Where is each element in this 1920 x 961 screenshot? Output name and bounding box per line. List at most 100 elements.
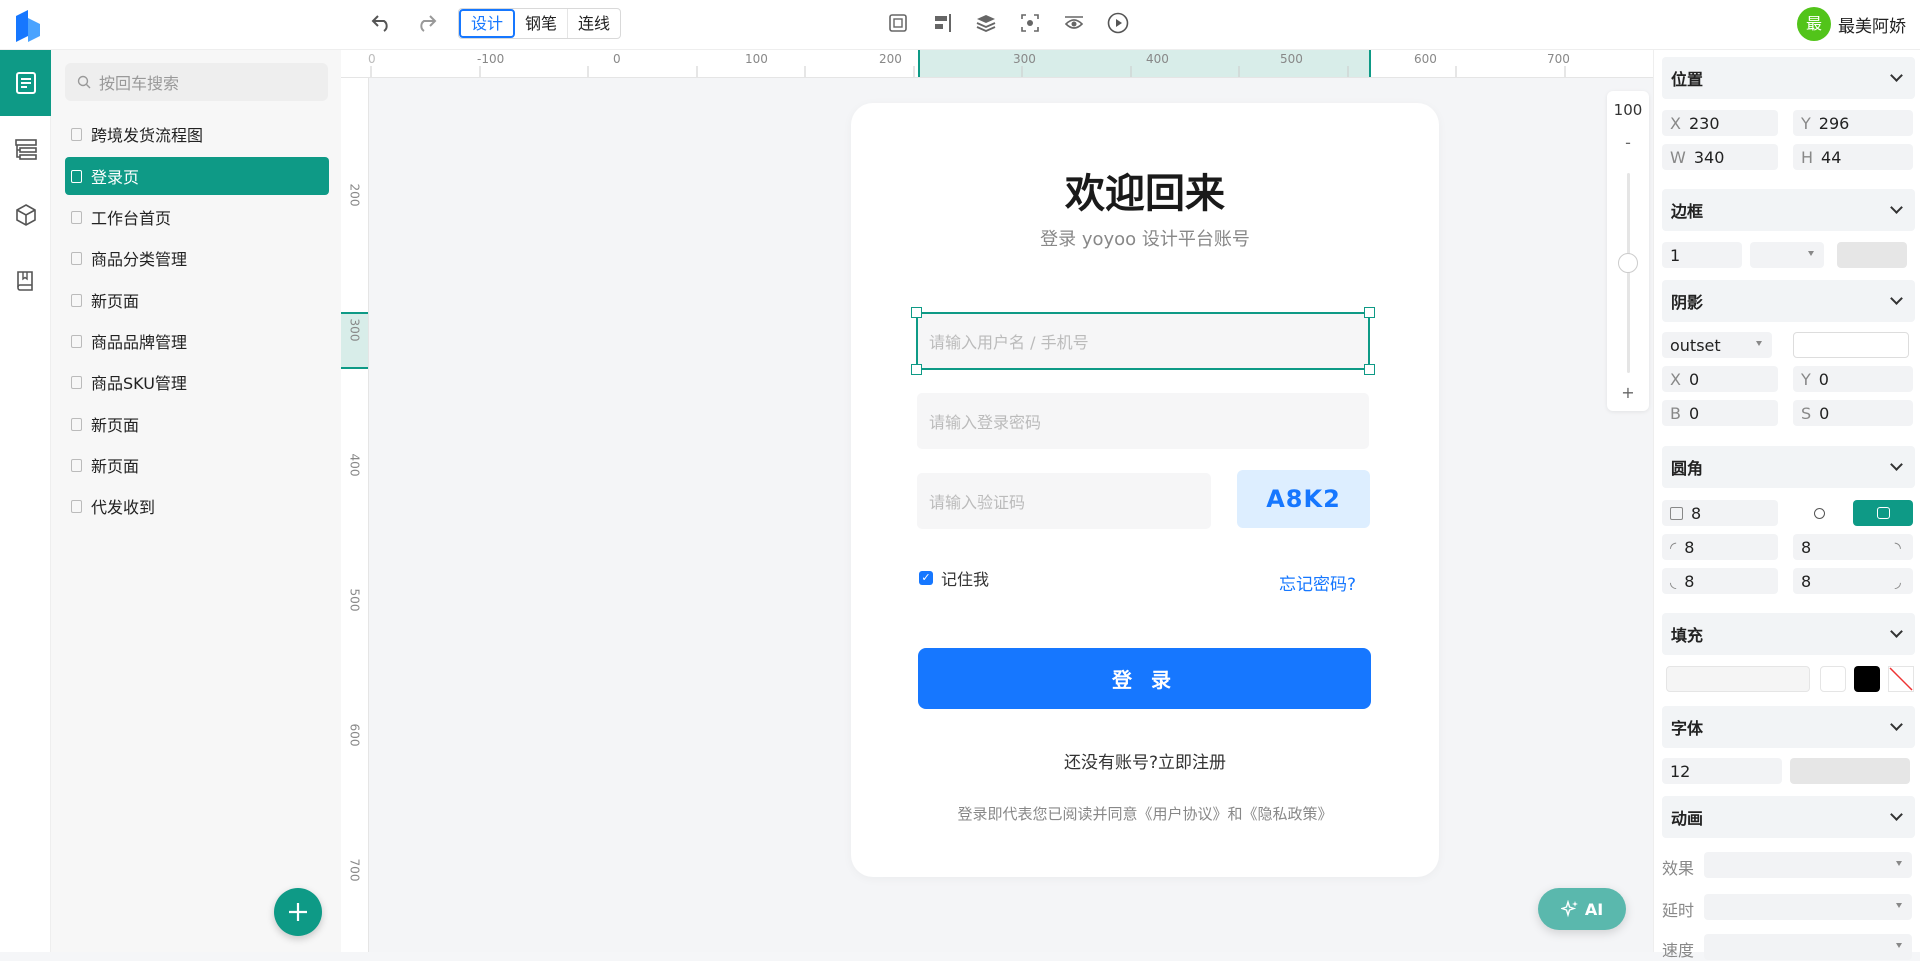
redo-icon[interactable] xyxy=(410,7,442,39)
resize-handle-se[interactable] xyxy=(1364,364,1375,375)
position-x-input[interactable]: X 230 xyxy=(1662,110,1778,136)
page-item[interactable]: 工作台首页 xyxy=(65,198,329,236)
page-item[interactable]: 商品品牌管理 xyxy=(65,322,329,360)
group-icon[interactable] xyxy=(882,7,914,39)
page-item[interactable]: 商品分类管理 xyxy=(65,239,329,277)
page-item[interactable]: 新页面 xyxy=(65,281,329,319)
user-avatar[interactable]: 最 xyxy=(1797,7,1831,41)
section-fill-header[interactable]: 填充 xyxy=(1662,613,1915,655)
section-radius-header[interactable]: 圆角 xyxy=(1662,446,1915,488)
mode-connect-button[interactable]: 连线 xyxy=(568,9,620,38)
search-icon xyxy=(77,75,91,89)
radius-circle-button[interactable] xyxy=(1793,500,1845,526)
rail-pages-button[interactable] xyxy=(0,50,51,116)
shadow-type-select[interactable]: outset xyxy=(1662,332,1772,358)
radius-bottom-right-input[interactable]: 8 ◞ xyxy=(1793,568,1913,594)
forgot-password-link[interactable]: 忘记密码? xyxy=(1279,570,1356,595)
captcha-placeholder: 请输入验证码 xyxy=(929,493,1026,512)
ai-assistant-button[interactable]: AI xyxy=(1538,888,1626,930)
section-shadow-header[interactable]: 阴影 xyxy=(1662,280,1915,322)
animation-effect-select[interactable] xyxy=(1704,852,1912,878)
document-icon xyxy=(71,293,82,307)
field-value: 8 xyxy=(1684,571,1695,591)
border-width-input[interactable]: 1 xyxy=(1662,242,1742,268)
resize-handle-ne[interactable] xyxy=(1364,307,1375,318)
font-color-swatch[interactable] xyxy=(1790,758,1910,784)
rail-outline-button[interactable] xyxy=(0,116,51,182)
password-input[interactable]: 请输入登录密码 xyxy=(917,393,1369,449)
corner-bl-icon: ◟ xyxy=(1670,571,1677,591)
selection-frame[interactable] xyxy=(911,307,1375,375)
radius-top-left-input[interactable]: ◜ 8 xyxy=(1662,534,1778,560)
section-font-header[interactable]: 字体 xyxy=(1662,706,1915,748)
page-item-label: 新页面 xyxy=(91,457,140,476)
top-toolbar: 设计 钢笔 连线 最 最美阿娇 xyxy=(0,0,1920,50)
design-canvas[interactable]: 欢迎回来 登录 yoyoo 设计平台账号 请输入用户名 / 手机号 请输入登录密… xyxy=(369,78,1653,952)
play-icon[interactable] xyxy=(1102,7,1134,39)
size-height-input[interactable]: H 44 xyxy=(1793,144,1913,170)
resize-handle-sw[interactable] xyxy=(911,364,922,375)
radius-rounded-button[interactable] xyxy=(1853,500,1913,526)
fill-none-icon[interactable] xyxy=(1888,666,1914,692)
section-border-header[interactable]: 边框 xyxy=(1662,189,1915,231)
animation-delay-select[interactable] xyxy=(1704,894,1912,920)
remember-me-checkbox[interactable]: ✓ 记住我 xyxy=(919,566,989,590)
size-width-input[interactable]: W 340 xyxy=(1662,144,1778,170)
mode-design-button[interactable]: 设计 xyxy=(459,9,516,38)
ruler-label: 700 xyxy=(1547,52,1570,66)
page-item[interactable]: 商品SKU管理 xyxy=(65,363,329,401)
undo-icon[interactable] xyxy=(366,7,398,39)
circle-icon xyxy=(1813,507,1825,519)
register-link[interactable]: 还没有账号?立即注册 xyxy=(851,748,1439,773)
document-icon xyxy=(71,210,82,224)
section-position-header[interactable]: 位置 xyxy=(1662,57,1915,99)
page-item-active[interactable]: 登录页 xyxy=(65,157,329,195)
vertical-ruler: 200 300 400 500 600 700 xyxy=(341,78,369,952)
shadow-blur-input[interactable]: B0 xyxy=(1662,400,1778,426)
shadow-y-input[interactable]: Y0 xyxy=(1793,366,1913,392)
font-size-input[interactable]: 12 xyxy=(1662,758,1782,784)
field-label: H xyxy=(1801,147,1814,167)
animation-speed-label: 速度 xyxy=(1662,941,1695,960)
radius-all-input[interactable]: 8 xyxy=(1662,500,1778,526)
chevron-down-icon xyxy=(1890,201,1903,214)
shadow-x-input[interactable]: X0 xyxy=(1662,366,1778,392)
user-name[interactable]: 最美阿娇 xyxy=(1838,12,1906,37)
resize-handle-nw[interactable] xyxy=(911,307,922,318)
captcha-input[interactable]: 请输入验证码 xyxy=(917,473,1211,529)
login-button[interactable]: 登 录 xyxy=(918,648,1371,709)
preview-icon[interactable] xyxy=(1058,7,1090,39)
section-title: 动画 xyxy=(1671,809,1704,828)
fill-color-input[interactable] xyxy=(1666,666,1810,692)
page-item[interactable]: 新页面 xyxy=(65,405,329,443)
mode-pen-button[interactable]: 钢笔 xyxy=(515,9,569,38)
zoom-out-button[interactable]: - xyxy=(1607,133,1649,152)
fill-swatch-white[interactable] xyxy=(1820,666,1846,692)
animation-speed-select[interactable] xyxy=(1704,934,1912,960)
border-color-swatch[interactable] xyxy=(1837,242,1907,268)
align-icon[interactable] xyxy=(926,7,958,39)
section-animation-header[interactable]: 动画 xyxy=(1662,796,1915,838)
focus-icon[interactable] xyxy=(1014,7,1046,39)
zoom-slider-track[interactable] xyxy=(1627,173,1630,373)
zoom-in-button[interactable]: + xyxy=(1607,383,1649,402)
left-rail xyxy=(0,50,51,952)
fill-swatch-black[interactable] xyxy=(1854,666,1880,692)
captcha-image[interactable]: A8K2 xyxy=(1237,470,1370,528)
layers-icon[interactable] xyxy=(970,7,1002,39)
border-style-select[interactable] xyxy=(1750,242,1824,268)
shadow-color-input[interactable] xyxy=(1793,332,1909,358)
page-item[interactable]: 新页面 xyxy=(65,446,329,484)
login-card[interactable]: 欢迎回来 登录 yoyoo 设计平台账号 请输入用户名 / 手机号 请输入登录密… xyxy=(851,103,1439,877)
rail-library-button[interactable] xyxy=(0,248,51,314)
shadow-spread-input[interactable]: S0 xyxy=(1793,400,1913,426)
rail-components-button[interactable] xyxy=(0,182,51,248)
position-y-input[interactable]: Y 296 xyxy=(1793,110,1913,136)
radius-top-right-input[interactable]: 8 ◝ xyxy=(1793,534,1913,560)
radius-bottom-left-input[interactable]: ◟ 8 xyxy=(1662,568,1778,594)
page-item[interactable]: 代发收到 xyxy=(65,487,329,525)
add-page-button[interactable] xyxy=(274,888,322,936)
page-search-input[interactable]: 按回车搜索 xyxy=(65,63,328,101)
page-item[interactable]: 跨境发货流程图 xyxy=(65,115,329,153)
zoom-slider-handle[interactable] xyxy=(1618,253,1638,273)
